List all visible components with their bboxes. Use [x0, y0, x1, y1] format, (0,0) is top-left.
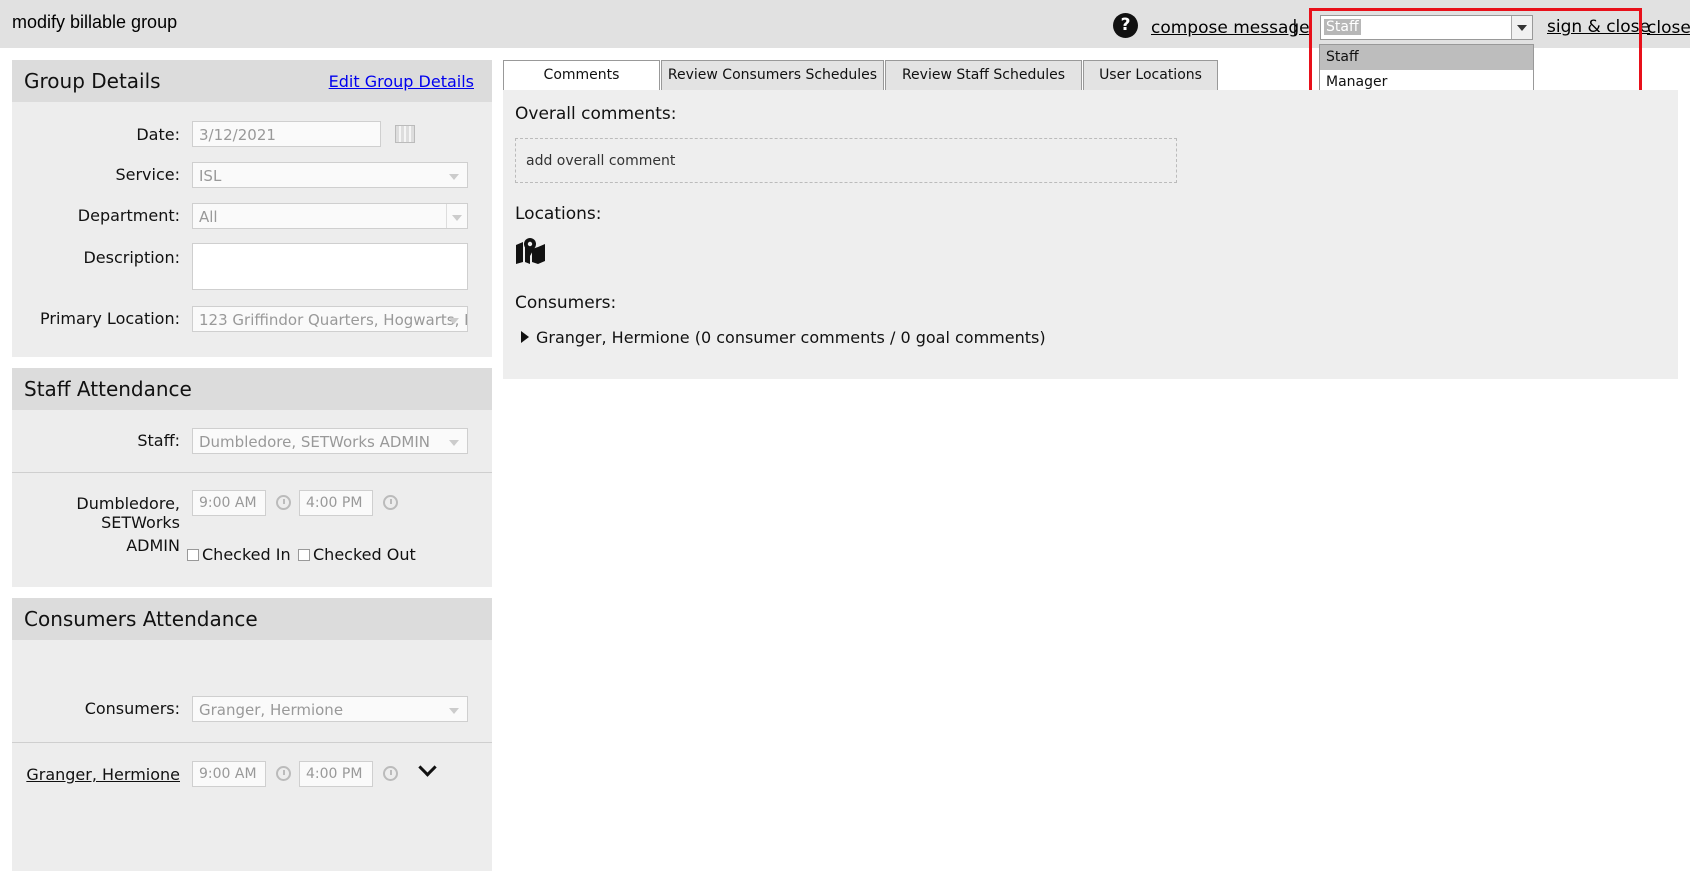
- dropdown-arrow-icon: [449, 440, 459, 446]
- consumers-label: Consumers:: [84, 699, 180, 718]
- primary-location-select[interactable]: 123 Griffindor Quarters, Hogwarts, I: [192, 306, 468, 332]
- staff-row-name: Dumbledore, SETWorks ADMIN: [12, 494, 180, 560]
- description-field[interactable]: [192, 243, 468, 290]
- department-label: Department:: [77, 206, 180, 225]
- consumer-comments-row[interactable]: Granger, Hermione (0 consumer comments /…: [521, 328, 1046, 347]
- sign-and-close-link[interactable]: sign & close: [1547, 17, 1650, 37]
- comments-panel: Overall comments: add overall comment Lo…: [503, 90, 1678, 379]
- staff-label: Staff:: [137, 431, 180, 450]
- checked-out-label: Checked Out: [313, 545, 416, 564]
- dropdown-arrow-icon: [449, 708, 459, 714]
- clock-icon[interactable]: [276, 495, 291, 510]
- consumers-attendance-title: Consumers Attendance: [24, 607, 258, 631]
- consumer-name-link[interactable]: Granger, Hermione: [12, 765, 180, 784]
- clock-icon[interactable]: [383, 495, 398, 510]
- map-icon[interactable]: [515, 237, 546, 264]
- staff-row-name-line1: Dumbledore, SETWorks: [76, 494, 180, 532]
- top-bar: modify billable group ? compose message …: [0, 0, 1690, 48]
- staff-attendance-panel: Staff Attendance Staff: Dumbledore, SETW…: [12, 368, 492, 587]
- clock-icon[interactable]: [383, 766, 398, 781]
- department-select[interactable]: All: [192, 203, 468, 229]
- role-select-value: Staff: [1324, 19, 1361, 35]
- close-link[interactable]: close: [1647, 18, 1690, 38]
- service-label: Service:: [115, 165, 180, 184]
- edit-group-details-link[interactable]: Edit Group Details: [329, 72, 474, 91]
- divider: [12, 742, 492, 743]
- consumer-comments-text: Granger, Hermione (0 consumer comments /…: [536, 328, 1046, 347]
- overall-comments-title: Overall comments:: [515, 104, 677, 124]
- tab-review-consumers-schedules[interactable]: Review Consumers Schedules: [661, 60, 884, 91]
- primary-location-label: Primary Location:: [40, 309, 180, 328]
- consumers-attendance-header: Consumers Attendance: [12, 598, 492, 640]
- separator: |: [1292, 17, 1298, 37]
- chevron-down-icon[interactable]: [418, 758, 437, 777]
- consumer-end-time[interactable]: 4:00 PM: [299, 761, 373, 787]
- dropdown-arrow-icon: [449, 174, 459, 180]
- consumers-value: Granger, Hermione: [199, 701, 344, 719]
- primary-location-value: 123 Griffindor Quarters, Hogwarts, I: [199, 311, 468, 329]
- dropdown-arrow-icon[interactable]: [1511, 16, 1532, 39]
- staff-start-time[interactable]: 9:00 AM: [192, 490, 266, 516]
- checked-in-checkbox[interactable]: [187, 549, 199, 561]
- staff-row-name-line2: ADMIN: [126, 536, 180, 555]
- service-value: ISL: [199, 167, 222, 185]
- tab-user-locations[interactable]: User Locations: [1083, 60, 1218, 91]
- staff-select[interactable]: Dumbledore, SETWorks ADMIN: [192, 428, 468, 454]
- add-overall-comment-text: add overall comment: [526, 153, 676, 169]
- add-overall-comment-box[interactable]: add overall comment: [515, 138, 1177, 183]
- compose-message-link[interactable]: compose message: [1151, 18, 1310, 38]
- staff-end-time[interactable]: 4:00 PM: [299, 490, 373, 516]
- page-title: modify billable group: [12, 12, 178, 32]
- role-option-staff[interactable]: Staff: [1320, 45, 1533, 70]
- triangle-right-icon: [521, 330, 529, 343]
- consumers-title: Consumers:: [515, 293, 617, 313]
- consumers-select[interactable]: Granger, Hermione: [192, 696, 468, 722]
- checked-out-checkbox[interactable]: [298, 549, 310, 561]
- consumers-attendance-panel: Consumers Attendance Consumers: Granger,…: [12, 598, 492, 871]
- dropdown-arrow-icon: [446, 204, 467, 228]
- staff-value: Dumbledore, SETWorks ADMIN: [199, 433, 431, 451]
- service-select[interactable]: ISL: [192, 162, 468, 188]
- date-field[interactable]: 3/12/2021: [192, 121, 381, 147]
- description-label: Description:: [83, 248, 180, 267]
- divider: [12, 472, 492, 473]
- role-select[interactable]: Staff: [1320, 15, 1533, 40]
- consumer-start-time[interactable]: 9:00 AM: [192, 761, 266, 787]
- checked-in-label: Checked In: [202, 545, 291, 564]
- dropdown-arrow-icon: [449, 318, 459, 324]
- tab-comments[interactable]: Comments: [503, 60, 660, 91]
- date-label: Date:: [136, 125, 180, 144]
- staff-attendance-title: Staff Attendance: [24, 377, 192, 401]
- staff-attendance-header: Staff Attendance: [12, 368, 492, 410]
- department-value: All: [199, 208, 218, 226]
- group-details-panel: Group Details Edit Group Details Date: 3…: [12, 60, 492, 357]
- locations-title: Locations:: [515, 204, 602, 224]
- clock-icon[interactable]: [276, 766, 291, 781]
- group-details-title: Group Details: [24, 69, 161, 93]
- help-icon[interactable]: ?: [1113, 13, 1138, 38]
- tab-review-staff-schedules[interactable]: Review Staff Schedules: [885, 60, 1082, 91]
- calendar-icon[interactable]: [395, 125, 415, 143]
